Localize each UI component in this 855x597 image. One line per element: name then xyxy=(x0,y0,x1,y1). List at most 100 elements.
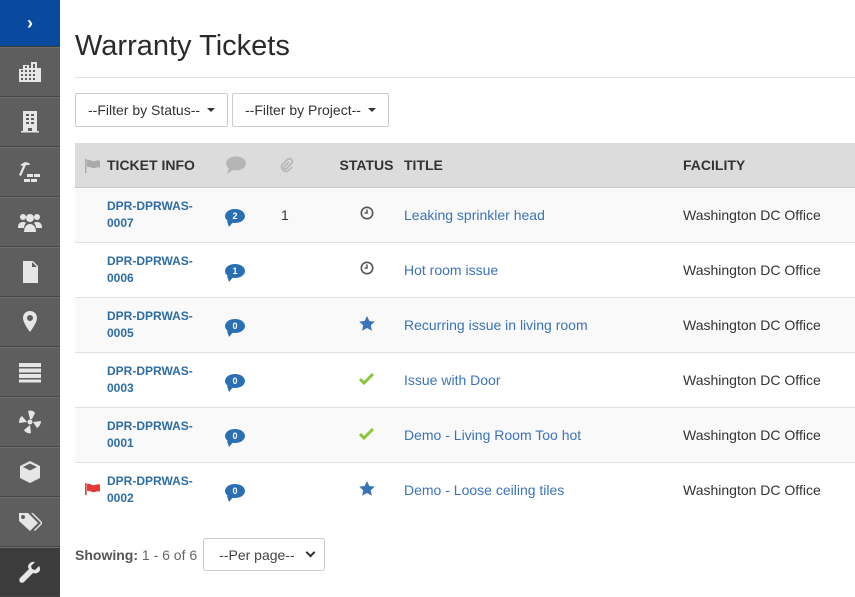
showing-label: Showing: xyxy=(75,546,138,563)
filter-status-dropdown[interactable]: --Filter by Status-- xyxy=(75,93,229,127)
construction-icon xyxy=(19,162,40,182)
attachment-count xyxy=(279,317,281,333)
ticket-id-link[interactable]: DPR-DPRWAS-0002 xyxy=(107,473,197,507)
status-cell xyxy=(329,187,404,242)
table-row[interactable]: DPR-DPRWAS-0002 0 Demo - Loose ceiling til… xyxy=(75,462,855,517)
header-facility[interactable]: FACILITY xyxy=(683,143,855,188)
facility-name: Washington DC Office xyxy=(683,481,821,498)
filter-project-label: --Filter by Project-- xyxy=(245,102,361,118)
ticket-id-link[interactable]: DPR-DPRWAS-0001 xyxy=(107,418,197,452)
sidebar-item-documents[interactable] xyxy=(0,247,60,297)
attachment-count xyxy=(279,262,281,278)
header-title[interactable]: TITLE xyxy=(404,143,683,188)
row-flag-cell[interactable] xyxy=(75,242,107,297)
flag-icon xyxy=(85,158,100,173)
ticket-title-link[interactable]: Hot room issue xyxy=(404,262,498,278)
status-cell xyxy=(329,242,404,297)
flag-icon xyxy=(85,482,100,495)
filter-status-label: --Filter by Status-- xyxy=(88,102,201,118)
table-row[interactable]: DPR-DPRWAS-0003 0 Issue with Door Washingto… xyxy=(75,352,855,407)
paperclip-icon xyxy=(280,158,294,173)
sidebar-item-servers[interactable] xyxy=(0,347,60,397)
tickets-table-body: DPR-DPRWAS-0007 2 1 Leaking sprinkler head W… xyxy=(75,187,855,517)
sidebar-item-equipment[interactable] xyxy=(0,397,60,447)
row-flag-cell[interactable] xyxy=(75,352,107,407)
attachment-count xyxy=(279,427,281,443)
sidebar-item-tags[interactable] xyxy=(0,497,60,547)
ticket-title-link[interactable]: Leaking sprinkler head xyxy=(404,207,545,223)
sidebar-item-construction[interactable] xyxy=(0,147,60,197)
ticket-title-link[interactable]: Recurring issue in living room xyxy=(404,317,588,333)
header-flag[interactable] xyxy=(75,143,107,188)
caret-down-icon xyxy=(207,108,216,112)
star-icon xyxy=(358,480,375,496)
header-ticket-info[interactable]: TICKET INFO xyxy=(107,143,225,188)
table-row[interactable]: DPR-DPRWAS-0006 1 Hot room issue Washington… xyxy=(75,242,855,297)
comment-count-badge[interactable]: 0 xyxy=(225,484,245,503)
wrench-icon xyxy=(19,561,40,583)
star-icon xyxy=(358,315,375,331)
chevron-down-icon xyxy=(305,547,316,558)
sidebar-item-warranty[interactable] xyxy=(0,547,60,597)
table-row[interactable]: DPR-DPRWAS-0005 0 Recurring issue in livin… xyxy=(75,297,855,352)
header-status[interactable]: STATUS xyxy=(329,143,404,188)
ticket-id-link[interactable]: DPR-DPRWAS-0005 xyxy=(107,308,197,342)
filter-project-dropdown[interactable]: --Filter by Project-- xyxy=(232,93,389,127)
per-page-label: --Per page-- xyxy=(219,546,295,563)
table-row[interactable]: DPR-DPRWAS-0001 0 Demo - Living Room Too h… xyxy=(75,407,855,462)
sidebar-item-building[interactable] xyxy=(0,97,60,147)
comment-count-badge[interactable]: 0 xyxy=(225,374,245,392)
sidebar-item-buildings[interactable] xyxy=(0,47,60,97)
facility-name: Washington DC Office xyxy=(683,426,821,443)
tags-icon xyxy=(19,513,42,531)
comment-count-badge[interactable]: 0 xyxy=(225,429,245,447)
table-row[interactable]: DPR-DPRWAS-0007 2 1 Leaking sprinkler head W… xyxy=(75,187,855,242)
pagination-footer: Showing: 1 - 6 of 6 --Per page-- xyxy=(75,538,855,571)
showing-value: 1 - 6 of 6 xyxy=(141,546,198,563)
building-icon xyxy=(21,111,39,133)
sidebar-toggle-button[interactable]: › xyxy=(0,0,60,47)
ticket-id-link[interactable]: DPR-DPRWAS-0006 xyxy=(107,253,197,287)
comment-count-badge[interactable]: 0 xyxy=(225,319,245,337)
comment-icon xyxy=(226,156,246,174)
clock-icon xyxy=(360,206,373,220)
comment-count-badge[interactable]: 2 xyxy=(225,209,245,227)
row-flag-cell[interactable] xyxy=(75,462,107,517)
page-title: Warranty Tickets xyxy=(75,28,855,78)
facility-name: Washington DC Office xyxy=(683,316,821,333)
sidebar-item-assets[interactable] xyxy=(0,447,60,497)
chevron-right-icon: › xyxy=(27,12,33,33)
ticket-id-link[interactable]: DPR-DPRWAS-0007 xyxy=(107,198,197,232)
fan-icon xyxy=(19,410,41,434)
attachment-count xyxy=(279,482,281,498)
facility-name: Washington DC Office xyxy=(683,371,821,388)
facility-name: Washington DC Office xyxy=(683,206,821,223)
tickets-table: TICKET INFO STATUS TITLE FACILITY DPR-DP… xyxy=(75,143,855,517)
users-icon xyxy=(18,214,42,232)
ticket-title-link[interactable]: Demo - Living Room Too hot xyxy=(404,427,581,443)
sidebar-item-users[interactable] xyxy=(0,197,60,247)
attachment-count: 1 xyxy=(281,206,289,223)
ticket-title-link[interactable]: Issue with Door xyxy=(404,372,500,388)
comment-count-badge[interactable]: 1 xyxy=(225,264,245,282)
location-pin-icon xyxy=(23,311,37,332)
status-cell xyxy=(329,352,404,407)
ticket-id-link[interactable]: DPR-DPRWAS-0003 xyxy=(107,363,197,397)
ticket-title-link[interactable]: Demo - Loose ceiling tiles xyxy=(404,482,564,498)
header-attachments[interactable] xyxy=(279,143,329,188)
caret-down-icon xyxy=(367,108,376,112)
filter-bar: --Filter by Status-- --Filter by Project… xyxy=(75,93,855,127)
row-flag-cell[interactable] xyxy=(75,407,107,462)
row-flag-cell[interactable] xyxy=(75,297,107,352)
check-icon xyxy=(358,427,375,440)
status-cell xyxy=(329,407,404,462)
clock-icon xyxy=(360,261,373,275)
cube-icon xyxy=(20,461,40,483)
status-cell xyxy=(329,462,404,517)
buildings-icon xyxy=(19,62,41,82)
header-comments[interactable] xyxy=(225,143,279,188)
check-icon xyxy=(358,372,375,385)
row-flag-cell[interactable] xyxy=(75,187,107,242)
sidebar-item-locations[interactable] xyxy=(0,297,60,347)
per-page-select[interactable]: --Per page-- xyxy=(203,538,326,571)
